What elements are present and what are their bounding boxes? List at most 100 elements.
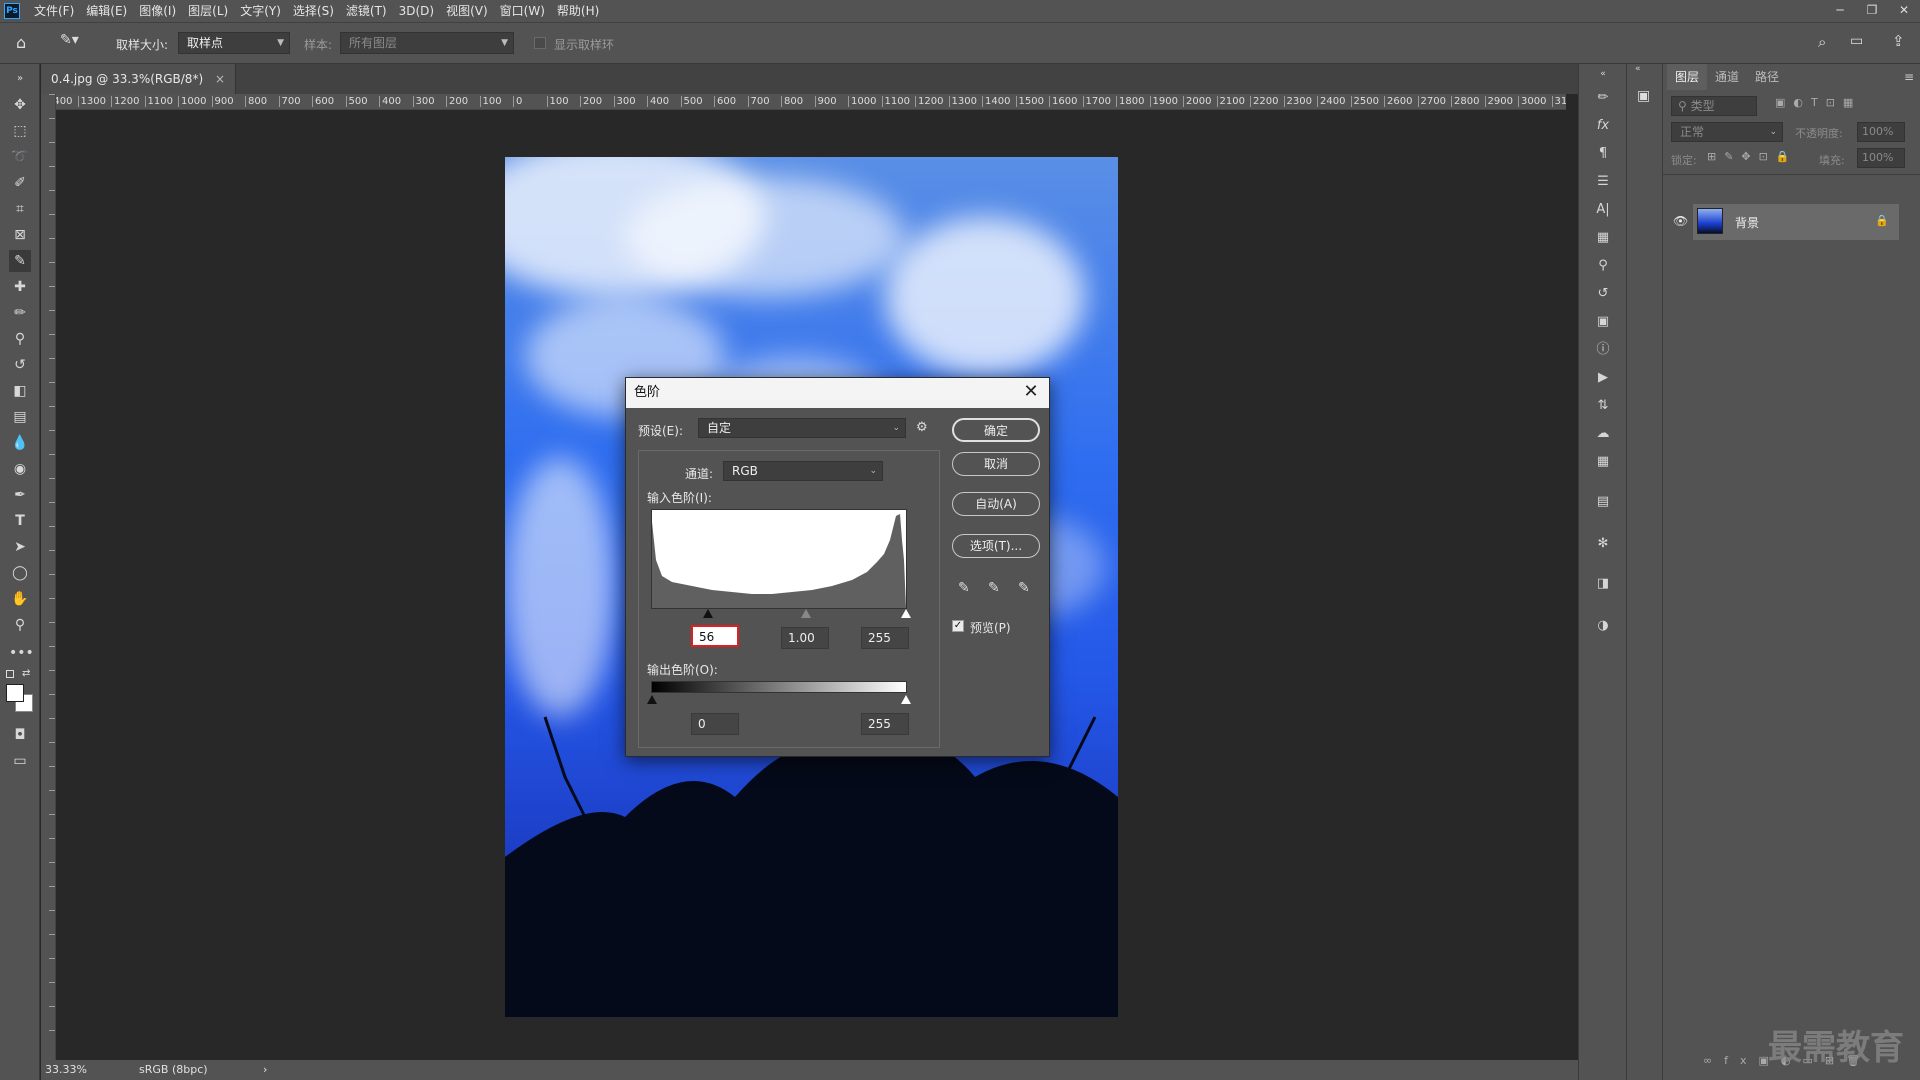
screen-mode-icon[interactable]: ▭ xyxy=(9,750,31,772)
marquee-tool-icon[interactable]: ⬚ xyxy=(9,120,31,142)
path-select-tool-icon[interactable]: ➤ xyxy=(9,536,31,558)
input-black-field[interactable]: 56 xyxy=(691,625,739,647)
input-gamma-slider[interactable] xyxy=(801,609,811,618)
close-icon[interactable]: ✕ xyxy=(1888,0,1920,22)
black-point-eyedropper-icon[interactable]: ✎ xyxy=(958,580,970,596)
preset-settings-icon[interactable]: ⚙ xyxy=(916,420,928,435)
zoom-tool-icon[interactable]: ⚲ xyxy=(9,614,31,636)
menu-image[interactable]: 图像(I) xyxy=(133,0,182,22)
menu-layer[interactable]: 图层(L) xyxy=(182,0,234,22)
default-colors-icon[interactable] xyxy=(6,670,14,678)
show-ring-checkbox[interactable] xyxy=(534,37,546,49)
home-icon[interactable]: ⌂ xyxy=(16,33,36,53)
eraser-tool-icon[interactable]: ◧ xyxy=(9,380,31,402)
output-white-slider[interactable] xyxy=(901,695,911,704)
history-brush-tool-icon[interactable]: ↺ xyxy=(9,354,31,376)
lasso-tool-icon[interactable]: ➰ xyxy=(9,146,31,168)
menu-edit[interactable]: 编辑(E) xyxy=(80,0,133,22)
clone-stamp-tool-icon[interactable]: ⚲ xyxy=(9,328,31,350)
crop-tool-icon[interactable]: ⌗ xyxy=(9,198,31,220)
sample-dropdown[interactable]: 所有图层 ▼ xyxy=(340,32,514,54)
menu-view[interactable]: 视图(V) xyxy=(440,0,494,22)
layer-row-background[interactable]: 背景 🔒 xyxy=(1693,204,1899,240)
styles-icon[interactable]: fx xyxy=(1593,116,1613,136)
status-menu-icon[interactable]: › xyxy=(263,1060,267,1080)
channel-dropdown[interactable]: RGB ⌄ xyxy=(723,461,883,481)
libraries-icon[interactable]: ▦ xyxy=(1593,228,1613,248)
3d-icon[interactable]: ☁ xyxy=(1593,424,1613,444)
frame-tool-icon[interactable]: ⊠ xyxy=(9,224,31,246)
tab-close-icon[interactable]: × xyxy=(215,72,225,86)
dodge-tool-icon[interactable]: ◉ xyxy=(9,458,31,480)
search-icon[interactable]: ⌕ xyxy=(1818,33,1826,51)
menu-select[interactable]: 选择(S) xyxy=(287,0,340,22)
output-black-slider[interactable] xyxy=(647,695,657,704)
menu-filter[interactable]: 滤镜(T) xyxy=(340,0,393,22)
notes-icon[interactable]: ▤ xyxy=(1593,492,1613,512)
gradient-tool-icon[interactable]: ▤ xyxy=(9,406,31,428)
move-tool-icon[interactable]: ✥ xyxy=(9,94,31,116)
menu-window[interactable]: 窗口(W) xyxy=(494,0,551,22)
options-button[interactable]: 选项(T)... xyxy=(952,534,1040,558)
cancel-button[interactable]: 取消 xyxy=(952,452,1040,476)
clone-source-icon[interactable]: ⚲ xyxy=(1593,256,1613,276)
minimize-icon[interactable]: ─ xyxy=(1824,0,1856,22)
share-icon[interactable]: ⇪ xyxy=(1892,32,1905,50)
visibility-eye-icon[interactable]: 👁 xyxy=(1673,214,1688,228)
workspace-icon[interactable]: ▭ xyxy=(1850,33,1863,49)
blur-tool-icon[interactable]: 💧 xyxy=(9,432,31,454)
panel-icon[interactable]: ▣ xyxy=(1637,88,1650,104)
layer-filter-dropdown[interactable]: ⚲ 类型 xyxy=(1671,96,1757,116)
timeline-icon[interactable]: ▦ xyxy=(1593,452,1613,472)
menu-help[interactable]: 帮助(H) xyxy=(551,0,605,22)
paragraph-icon[interactable]: ¶ xyxy=(1593,144,1613,164)
ellipse-tool-icon[interactable]: ◯ xyxy=(9,562,31,584)
input-white-slider[interactable] xyxy=(901,609,911,618)
more-tools-icon[interactable]: ••• xyxy=(9,642,34,664)
menu-3d[interactable]: 3D(D) xyxy=(393,0,440,22)
ok-button[interactable]: 确定 xyxy=(952,418,1040,442)
brush-settings-icon[interactable]: ✏ xyxy=(1593,88,1613,108)
adjustments-icon[interactable]: ☰ xyxy=(1593,172,1613,192)
foreground-color-swatch[interactable] xyxy=(6,684,24,702)
input-gamma-field[interactable]: 1.00 xyxy=(781,627,829,649)
gray-point-eyedropper-icon[interactable]: ✎ xyxy=(988,580,1000,596)
history-icon[interactable]: ↺ xyxy=(1593,284,1613,304)
menu-type[interactable]: 文字(Y) xyxy=(234,0,287,22)
lock-icons[interactable]: ⊞✎✥⊡🔒 xyxy=(1707,150,1798,163)
collapse-icon[interactable]: « xyxy=(1593,64,1613,84)
info-icon[interactable]: ⓘ xyxy=(1593,340,1613,360)
zoom-level[interactable]: 33.33% xyxy=(45,1060,87,1080)
healing-brush-tool-icon[interactable]: ✚ xyxy=(9,276,31,298)
brush-tool-icon[interactable]: ✏ xyxy=(9,302,31,324)
color-icon[interactable]: ◑ xyxy=(1593,616,1613,636)
tab-layers[interactable]: 图层 xyxy=(1667,64,1708,90)
output-white-field[interactable]: 255 xyxy=(861,713,909,735)
navigator-icon[interactable]: ✻ xyxy=(1593,534,1613,554)
dialog-close-icon[interactable]: ✕ xyxy=(1019,378,1043,408)
opacity-field[interactable]: 100% xyxy=(1857,122,1905,142)
fill-field[interactable]: 100% xyxy=(1857,148,1905,168)
white-point-eyedropper-icon[interactable]: ✎ xyxy=(1018,580,1030,596)
eyedropper-preset-icon[interactable]: ✎▾ xyxy=(60,32,96,54)
character-icon[interactable]: A| xyxy=(1593,200,1613,220)
properties-icon[interactable]: ▣ xyxy=(1593,312,1613,332)
input-white-field[interactable]: 255 xyxy=(861,627,909,649)
actions-play-icon[interactable]: ▶ xyxy=(1593,368,1613,388)
layer-filter-icons[interactable]: ▣◐T⊡▦ xyxy=(1775,96,1861,109)
layer-name[interactable]: 背景 xyxy=(1735,214,1759,231)
layer-comps-icon[interactable]: ⇅ xyxy=(1593,396,1613,416)
menu-file[interactable]: 文件(F) xyxy=(28,0,80,22)
auto-button[interactable]: 自动(A) xyxy=(952,492,1040,516)
swap-colors-icon[interactable]: ⇄ xyxy=(22,668,30,679)
preset-dropdown[interactable]: 自定 ⌄ xyxy=(698,418,906,438)
tab-paths[interactable]: 路径 xyxy=(1747,64,1787,90)
swatches-icon[interactable]: ◨ xyxy=(1593,574,1613,594)
pen-tool-icon[interactable]: ✒ xyxy=(9,484,31,506)
document-tab[interactable]: 0.4.jpg @ 33.3%(RGB/8*) × xyxy=(41,64,237,94)
collapse-icon[interactable]: » xyxy=(9,68,31,90)
quick-select-tool-icon[interactable]: ✐ xyxy=(9,172,31,194)
collapse-icon[interactable]: « xyxy=(1635,64,1641,74)
output-black-field[interactable]: 0 xyxy=(691,713,739,735)
eyedropper-tool-icon[interactable]: ✎ xyxy=(9,250,31,272)
